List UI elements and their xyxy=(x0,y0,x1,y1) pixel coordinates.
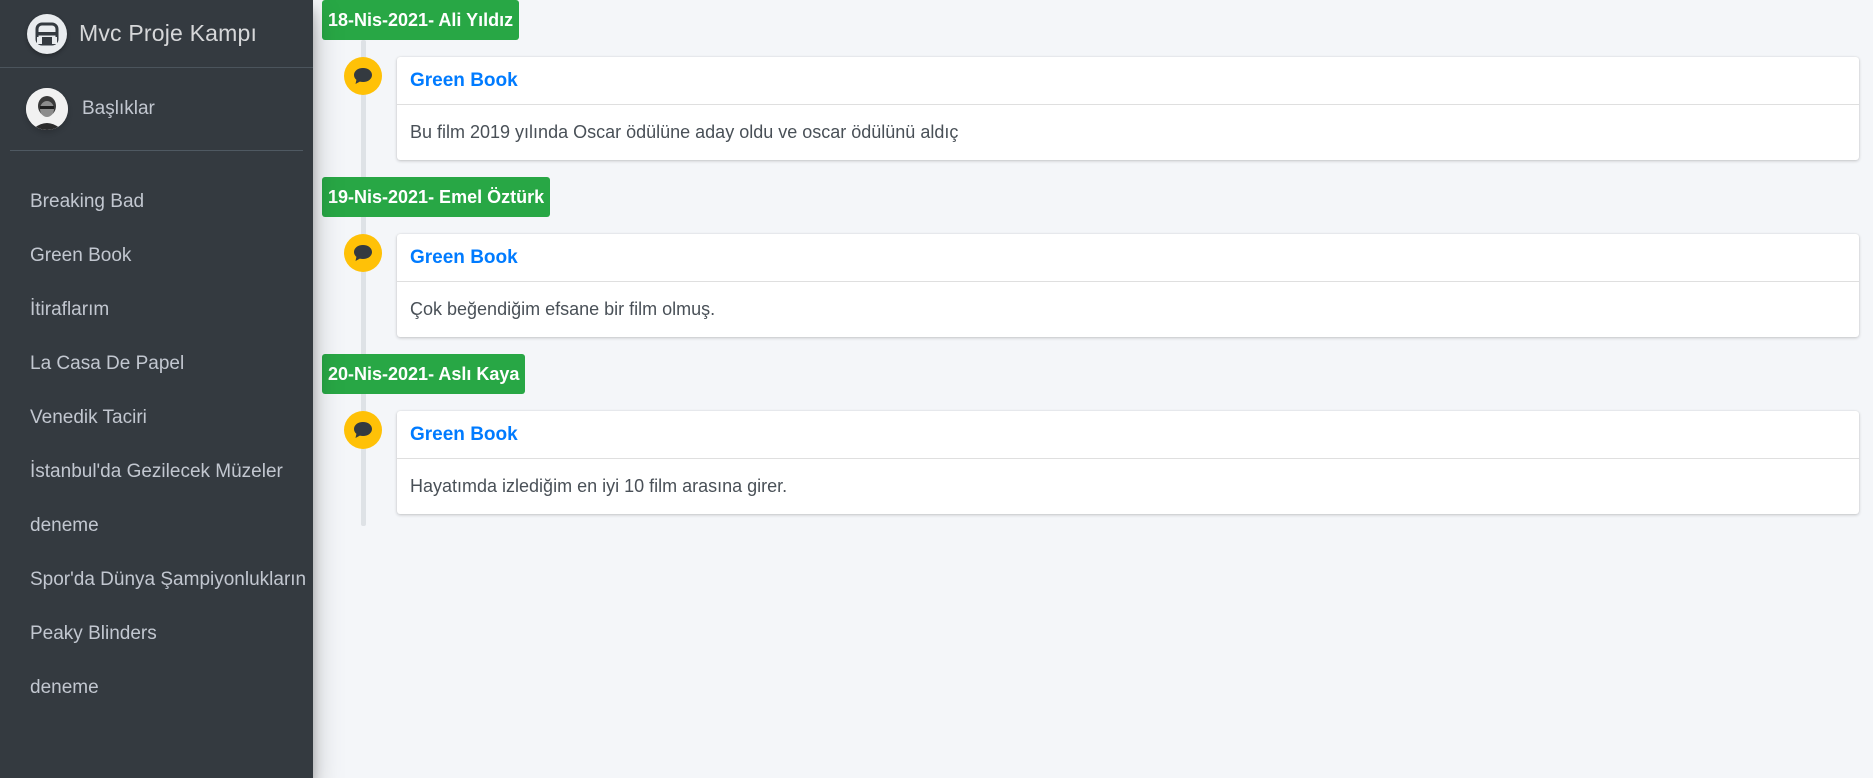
sidebar-item-deneme[interactable]: deneme xyxy=(0,499,313,553)
timeline-date-label: 20-Nis-2021- Aslı Kaya xyxy=(322,354,526,394)
timeline-card-body: Hayatımda izlediğim en iyi 10 film arası… xyxy=(410,476,788,496)
sidebar-item-breaking-bad[interactable]: Breaking Bad xyxy=(0,175,313,229)
timeline-heading-link[interactable]: Green Book xyxy=(410,70,518,92)
brand-title: Mvc Proje Kampı xyxy=(79,20,258,46)
comment-icon xyxy=(344,411,382,449)
main-content: 18-Nis-2021- Ali Yıldız Green Book Bu fi… xyxy=(313,0,1873,778)
sidebar-nav: Breaking Bad Green Book İtiraflarım La C… xyxy=(0,151,313,715)
sidebar-item-la-casa-de-papel[interactable]: La Casa De Papel xyxy=(0,337,313,391)
comment-icon xyxy=(344,57,382,95)
timeline-date-label: 19-Nis-2021- Emel Öztürk xyxy=(322,177,551,217)
user-name: Başlıklar xyxy=(82,98,155,119)
timeline-card: Green Book Hayatımda izlediğim en iyi 10… xyxy=(397,411,1859,514)
timeline-date-label: 18-Nis-2021- Ali Yıldız xyxy=(322,0,520,40)
user-panel[interactable]: Başlıklar xyxy=(10,68,303,151)
sidebar-item-spor-sampiyonluklar[interactable]: Spor'da Dünya Şampiyonlukların xyxy=(0,553,313,607)
timeline-card: Green Book Bu film 2019 yılında Oscar öd… xyxy=(397,57,1859,160)
timeline-card-header: Green Book xyxy=(397,234,1859,282)
sidebar: Mvc Proje Kampı Başlıklar Breaking Bad G… xyxy=(0,0,313,778)
comment-icon xyxy=(344,234,382,272)
timeline-card-body: Çok beğendiğim efsane bir film olmuş. xyxy=(410,299,716,319)
brand-link[interactable]: Mvc Proje Kampı xyxy=(0,0,313,68)
timeline-card: Green Book Çok beğendiğim efsane bir fil… xyxy=(397,234,1859,337)
timeline-item: Green Book Bu film 2019 yılında Oscar öd… xyxy=(344,57,1859,160)
sidebar-item-peaky-blinders[interactable]: Peaky Blinders xyxy=(0,607,313,661)
app-layout: Mvc Proje Kampı Başlıklar Breaking Bad G… xyxy=(0,0,1873,778)
timeline-heading-link[interactable]: Green Book xyxy=(410,424,518,446)
timeline-item: Green Book Çok beğendiğim efsane bir fil… xyxy=(344,234,1859,337)
timeline-heading-link[interactable]: Green Book xyxy=(410,247,518,269)
timeline-card-body: Bu film 2019 yılında Oscar ödülüne aday … xyxy=(410,122,959,142)
sidebar-item-istanbul-muzeler[interactable]: İstanbul'da Gezilecek Müzeler xyxy=(0,445,313,499)
brand-logo-icon xyxy=(27,13,67,54)
timeline-item: Green Book Hayatımda izlediğim en iyi 10… xyxy=(344,411,1859,514)
sidebar-item-deneme-2[interactable]: deneme xyxy=(0,661,313,715)
sidebar-item-venedik-taciri[interactable]: Venedik Taciri xyxy=(0,391,313,445)
sidebar-item-itiraflarim[interactable]: İtiraflarım xyxy=(0,283,313,337)
timeline-card-header: Green Book xyxy=(397,57,1859,105)
timeline-card-header: Green Book xyxy=(397,411,1859,459)
sidebar-item-green-book[interactable]: Green Book xyxy=(0,229,313,283)
timeline: 18-Nis-2021- Ali Yıldız Green Book Bu fi… xyxy=(322,0,1873,526)
avatar xyxy=(26,88,68,130)
